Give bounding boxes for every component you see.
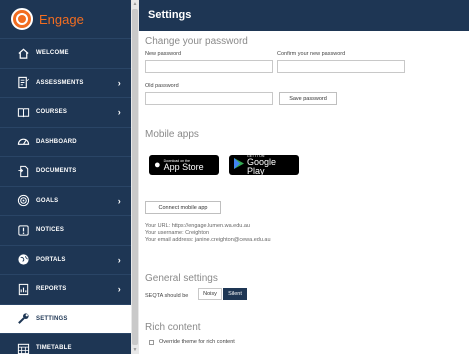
engage-logo-icon xyxy=(11,8,33,30)
your-url-text: Your URL: https://engage.lumen.wa.edu.au xyxy=(145,223,250,229)
scroll-thumb[interactable] xyxy=(132,9,138,345)
sidebar-item-settings[interactable]: SETTINGS xyxy=(0,303,131,333)
chevron-right-icon: › xyxy=(117,254,121,265)
sidebar-item-courses[interactable]: COURSES › xyxy=(0,97,131,127)
general-settings-heading: General settings xyxy=(145,273,218,284)
app-window: Engage WELCOME ASSESSMENTS › COURSES › D… xyxy=(0,0,469,354)
change-password-heading: Change your password xyxy=(145,36,248,47)
your-email-text: Your email address: janine.creighton@cew… xyxy=(145,237,271,243)
sidebar-item-timetable[interactable]: TIMETABLE xyxy=(0,333,131,354)
dashboard-icon xyxy=(16,135,30,149)
sidebar-item-goals[interactable]: GOALS › xyxy=(0,185,131,216)
mobile-apps-heading: Mobile apps xyxy=(145,129,199,140)
override-theme-label: Override theme for rich content xyxy=(159,339,235,345)
old-password-field[interactable] xyxy=(145,92,273,105)
chevron-right-icon: › xyxy=(117,77,121,88)
sidebar-item-label: SETTINGS xyxy=(36,315,68,322)
sidebar-item-portals[interactable]: PORTALS › xyxy=(0,244,131,275)
sidebar-item-label: REPORTS xyxy=(36,286,67,293)
assessment-icon xyxy=(16,76,30,90)
confirm-password-field[interactable] xyxy=(277,60,405,73)
your-username-text: Your username: Creighton xyxy=(145,230,210,236)
old-password-label: Old password xyxy=(145,83,179,89)
sidebar-item-label: WELCOME xyxy=(36,50,69,57)
play-triangle-icon xyxy=(234,156,244,174)
scroll-up-arrow-icon[interactable]: ▲ xyxy=(132,1,138,7)
notice-icon xyxy=(16,223,30,237)
sidebar-item-assessments[interactable]: ASSESSMENTS › xyxy=(0,67,131,98)
silent-option[interactable]: Silent xyxy=(223,288,247,300)
sidebar-item-label: GOALS xyxy=(36,197,59,204)
sidebar-item-label: DASHBOARD xyxy=(36,138,77,145)
override-theme-checkbox[interactable] xyxy=(149,340,154,345)
save-password-button[interactable]: Save password xyxy=(279,92,337,105)
apple-icon: ● xyxy=(154,159,161,171)
chevron-right-icon: › xyxy=(117,284,121,295)
seqta-should-be-label: SEQTA should be xyxy=(145,293,189,299)
sidebar-item-label: TIMETABLE xyxy=(36,345,72,352)
sidebar-item-welcome[interactable]: WELCOME xyxy=(0,38,131,68)
confirm-password-label: Confirm your new password xyxy=(277,51,346,57)
sidebar-item-reports[interactable]: REPORTS › xyxy=(0,274,131,304)
scroll-down-arrow-icon[interactable]: ▼ xyxy=(132,347,138,353)
report-icon xyxy=(16,282,30,296)
sidebar: Engage WELCOME ASSESSMENTS › COURSES › D… xyxy=(0,0,131,354)
mobile-info: Your URL: https://engage.lumen.wa.edu.au… xyxy=(145,223,271,244)
connect-mobile-app-button[interactable]: Connect mobile app xyxy=(145,201,221,214)
google-play-badge[interactable]: GET IT ON Google Play xyxy=(229,154,299,176)
rich-content-heading: Rich content xyxy=(145,322,201,333)
chevron-right-icon: › xyxy=(117,195,121,206)
app-store-big-text: App Store xyxy=(163,161,204,172)
sidebar-item-label: PORTALS xyxy=(36,256,66,263)
globe-icon xyxy=(16,253,30,267)
sidebar-item-documents[interactable]: DOCUMENTS xyxy=(0,156,131,186)
brand-name: Engage xyxy=(39,11,84,27)
document-icon xyxy=(16,164,30,178)
brand[interactable]: Engage xyxy=(0,0,131,38)
chevron-right-icon: › xyxy=(117,107,121,118)
app-store-text: Download on the App Store xyxy=(164,159,204,172)
sidebar-item-notices[interactable]: NOTICES xyxy=(0,215,131,245)
house-icon xyxy=(16,46,30,60)
sidebar-item-dashboard[interactable]: DASHBOARD xyxy=(0,126,131,157)
sidebar-item-label: ASSESSMENTS xyxy=(36,79,84,86)
wrench-icon xyxy=(16,312,30,326)
sidebar-scrollbar[interactable]: ▲ ▼ xyxy=(131,0,139,354)
new-password-field[interactable] xyxy=(145,60,273,73)
sidebar-nav: WELCOME ASSESSMENTS › COURSES › DASHBOAR… xyxy=(0,38,131,354)
book-icon xyxy=(16,105,30,119)
new-password-label: New password xyxy=(145,51,182,57)
calendar-icon xyxy=(16,341,30,354)
sidebar-item-label: DOCUMENTS xyxy=(36,168,77,175)
sidebar-item-label: COURSES xyxy=(36,109,68,116)
app-store-badge[interactable]: ● Download on the App Store xyxy=(149,155,219,175)
page-title: Settings xyxy=(139,0,469,31)
google-play-big-text: Google Play xyxy=(247,157,277,176)
target-icon xyxy=(16,194,30,208)
settings-content: Change your password New password Confir… xyxy=(139,31,469,354)
sidebar-item-label: NOTICES xyxy=(36,227,65,234)
google-play-text: GET IT ON Google Play xyxy=(247,154,294,176)
noisy-option[interactable]: Noisy xyxy=(198,288,222,300)
